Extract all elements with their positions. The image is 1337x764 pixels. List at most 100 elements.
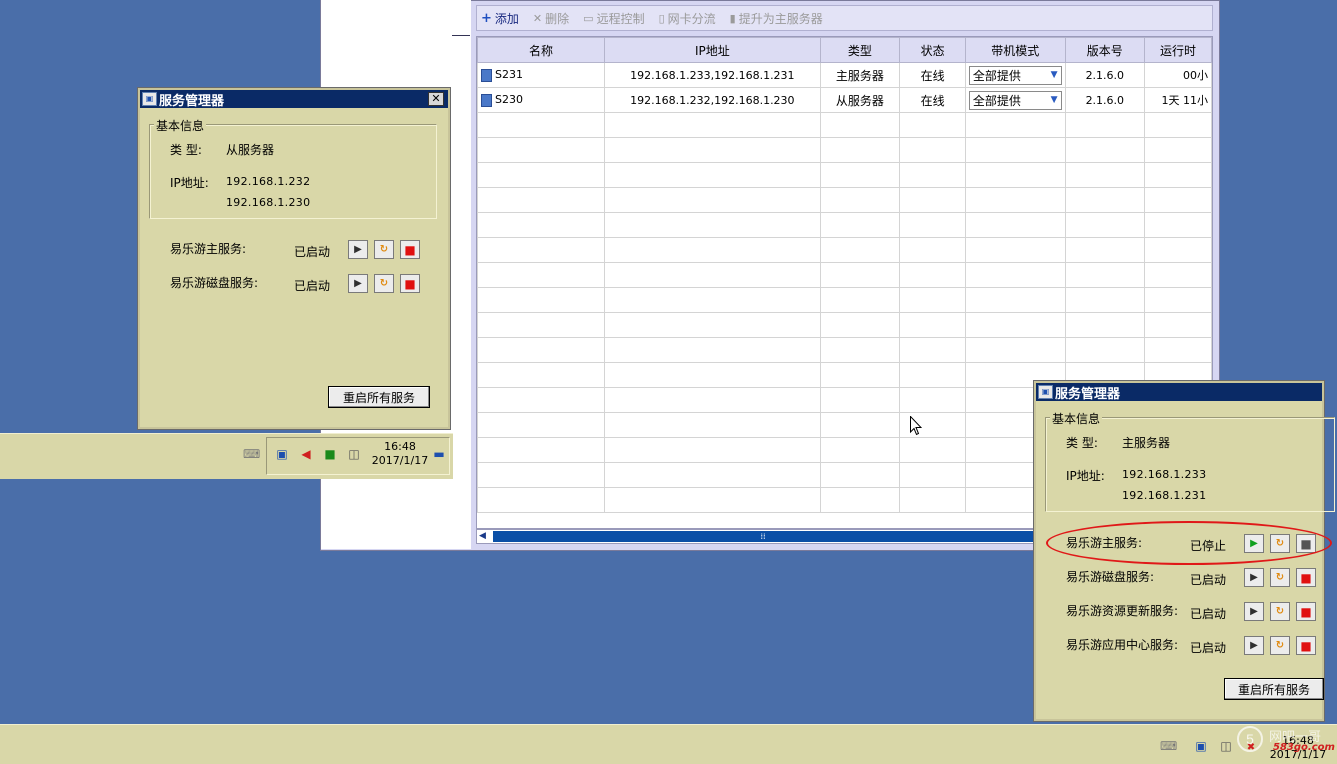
table-row[interactable]: S231 192.168.1.233,192.168.1.231 主服务器 在线…	[477, 62, 1212, 88]
refresh-icon: ↻	[379, 278, 389, 289]
add-button[interactable]: + 添加	[481, 10, 519, 27]
table-header-row: 名称 IP地址 类型 状态 带机模式 版本号 运行时	[477, 37, 1212, 63]
restart-service-button[interactable]: ↻	[374, 240, 394, 259]
chevron-down-icon: ▼	[1050, 95, 1058, 105]
stop-service-button[interactable]: ■	[1296, 568, 1316, 587]
table-row-empty	[477, 237, 1212, 263]
restart-service-button[interactable]: ↻	[1270, 636, 1290, 655]
table-row-empty	[477, 262, 1212, 288]
keyboard-icon[interactable]: ⌨	[1160, 739, 1177, 753]
col-header-mode[interactable]: 带机模式	[964, 37, 1066, 63]
service-manager-dialog-slave: ▣ 服务管理器 ✕ 基本信息 类 型: 从服务器 IP地址: 192.168.1…	[137, 87, 451, 430]
service-status: 已启动	[294, 279, 331, 293]
nic-split-button[interactable]: ▯ 网卡分流	[659, 10, 716, 27]
table-row-empty	[477, 337, 1212, 363]
restart-service-button[interactable]: ↻	[374, 274, 394, 293]
service-name: 易乐游资源更新服务:	[1066, 604, 1179, 618]
network-connection-icon[interactable]: ◫	[1218, 739, 1234, 753]
ip-label: IP地址:	[170, 176, 209, 190]
col-header-version[interactable]: 版本号	[1064, 37, 1146, 63]
service-row: 易乐游应用中心服务:	[1066, 636, 1178, 653]
restart-all-button[interactable]: 重启所有服务	[1224, 678, 1324, 700]
watermark-logo: 5	[1237, 726, 1263, 752]
table-row-empty	[477, 287, 1212, 313]
volume-muted-icon[interactable]: ◀	[298, 447, 314, 461]
ip-address: 192.168.1.231	[1122, 489, 1207, 502]
mode-dropdown[interactable]: 全部提供 ▼	[968, 90, 1062, 110]
refresh-icon: ↻	[1275, 572, 1285, 583]
service-controls: ▶ ↻ ■	[348, 240, 420, 259]
network-card-icon: ▯	[658, 11, 665, 25]
restart-all-button[interactable]: 重启所有服务	[328, 386, 430, 408]
watermark-site: 583go.com	[1273, 742, 1335, 753]
keyboard-icon[interactable]: ⌨	[243, 447, 260, 461]
col-header-status[interactable]: 状态	[899, 37, 966, 63]
ip-label: IP地址:	[1066, 469, 1105, 483]
table-row-empty	[477, 137, 1212, 163]
scroll-left-icon[interactable]: ◀	[479, 531, 486, 541]
service-status: 已启动	[1190, 641, 1227, 655]
table-row-empty	[477, 212, 1212, 238]
dialog-titlebar[interactable]: ▣ 服务管理器	[140, 90, 448, 109]
refresh-icon: ↻	[379, 244, 389, 255]
stop-service-button[interactable]: ■	[400, 240, 420, 259]
service-name: 易乐游磁盘服务:	[1066, 570, 1155, 584]
col-header-uptime[interactable]: 运行时	[1144, 37, 1212, 63]
play-icon: ▶	[354, 278, 362, 289]
close-icon[interactable]: ✕	[428, 92, 444, 106]
start-service-button[interactable]: ▶	[1244, 636, 1264, 655]
remote-control-button[interactable]: ▭ 远程控制	[583, 10, 644, 27]
scrollbar-thumb[interactable]: ⁞⁞	[493, 531, 1033, 542]
delete-button[interactable]: ✕ 删除	[533, 10, 569, 27]
server-manager-tray-icon[interactable]: ▣	[1193, 739, 1209, 753]
service-controls: ▶ ↻ ■	[1244, 602, 1316, 621]
col-header-ip[interactable]: IP地址	[604, 37, 821, 63]
col-header-name[interactable]: 名称	[477, 37, 606, 63]
network-connection-icon[interactable]: ◫	[346, 447, 362, 461]
tray-clock[interactable]: 16:48 2017/1/17	[370, 440, 430, 468]
promote-master-button[interactable]: ▮ 提升为主服务器	[730, 10, 823, 27]
restart-service-button[interactable]: ↻	[1270, 602, 1290, 621]
delete-icon: ✕	[532, 11, 543, 25]
stop-service-button[interactable]: ■	[400, 274, 420, 293]
start-service-button[interactable]: ▶	[1244, 602, 1264, 621]
type-value: 主服务器	[1122, 436, 1171, 450]
service-manager-icon: ▣	[142, 92, 157, 106]
server-manager-tray-icon[interactable]: ▣	[274, 447, 290, 461]
stop-icon: ■	[1300, 604, 1312, 619]
play-icon: ▶	[1250, 640, 1258, 651]
restart-service-button[interactable]: ↻	[1270, 568, 1290, 587]
col-header-type[interactable]: 类型	[819, 37, 901, 63]
service-status: 已启动	[294, 245, 331, 259]
service-name: 易乐游应用中心服务:	[1066, 638, 1179, 652]
start-service-button[interactable]: ▶	[348, 240, 368, 259]
site-watermark: 5 网吧一哥 583go.com	[1233, 720, 1337, 764]
start-service-button[interactable]: ▶	[348, 274, 368, 293]
chevron-down-icon: ▼	[1050, 70, 1058, 80]
stop-icon: ■	[1300, 570, 1312, 585]
service-controls: ▶ ↻ ■	[1244, 636, 1316, 655]
table-row-empty	[477, 162, 1212, 188]
taskbar	[0, 724, 1337, 764]
refresh-icon: ↻	[1275, 640, 1285, 651]
stop-icon: ■	[404, 276, 416, 291]
dialog-titlebar[interactable]: ▣ 服务管理器	[1036, 383, 1322, 402]
stop-icon: ■	[1300, 638, 1312, 653]
table-row[interactable]: S230 192.168.1.232,192.168.1.230 从服务器 在线…	[477, 87, 1212, 113]
service-manager-icon: ▣	[1038, 385, 1053, 399]
mode-dropdown[interactable]: 全部提供 ▼	[968, 65, 1062, 85]
start-service-button[interactable]: ▶	[1244, 568, 1264, 587]
stop-service-button[interactable]: ■	[1296, 602, 1316, 621]
type-value: 从服务器	[226, 143, 275, 157]
svg-text:5: 5	[1246, 731, 1254, 747]
type-label: 类 型:	[1066, 436, 1098, 450]
server-icon	[481, 93, 492, 107]
desktop-icon[interactable]: ▬	[431, 447, 447, 461]
service-status: 已启动	[1190, 573, 1227, 587]
horizontal-scrollbar[interactable]: ◀ ⁞⁞	[476, 529, 1034, 544]
table-row-empty	[477, 187, 1212, 213]
network-activity-icon[interactable]: ■	[322, 447, 338, 461]
stop-service-button[interactable]: ■	[1296, 636, 1316, 655]
service-status: 已启动	[1190, 607, 1227, 621]
mouse-cursor-icon	[910, 416, 922, 436]
